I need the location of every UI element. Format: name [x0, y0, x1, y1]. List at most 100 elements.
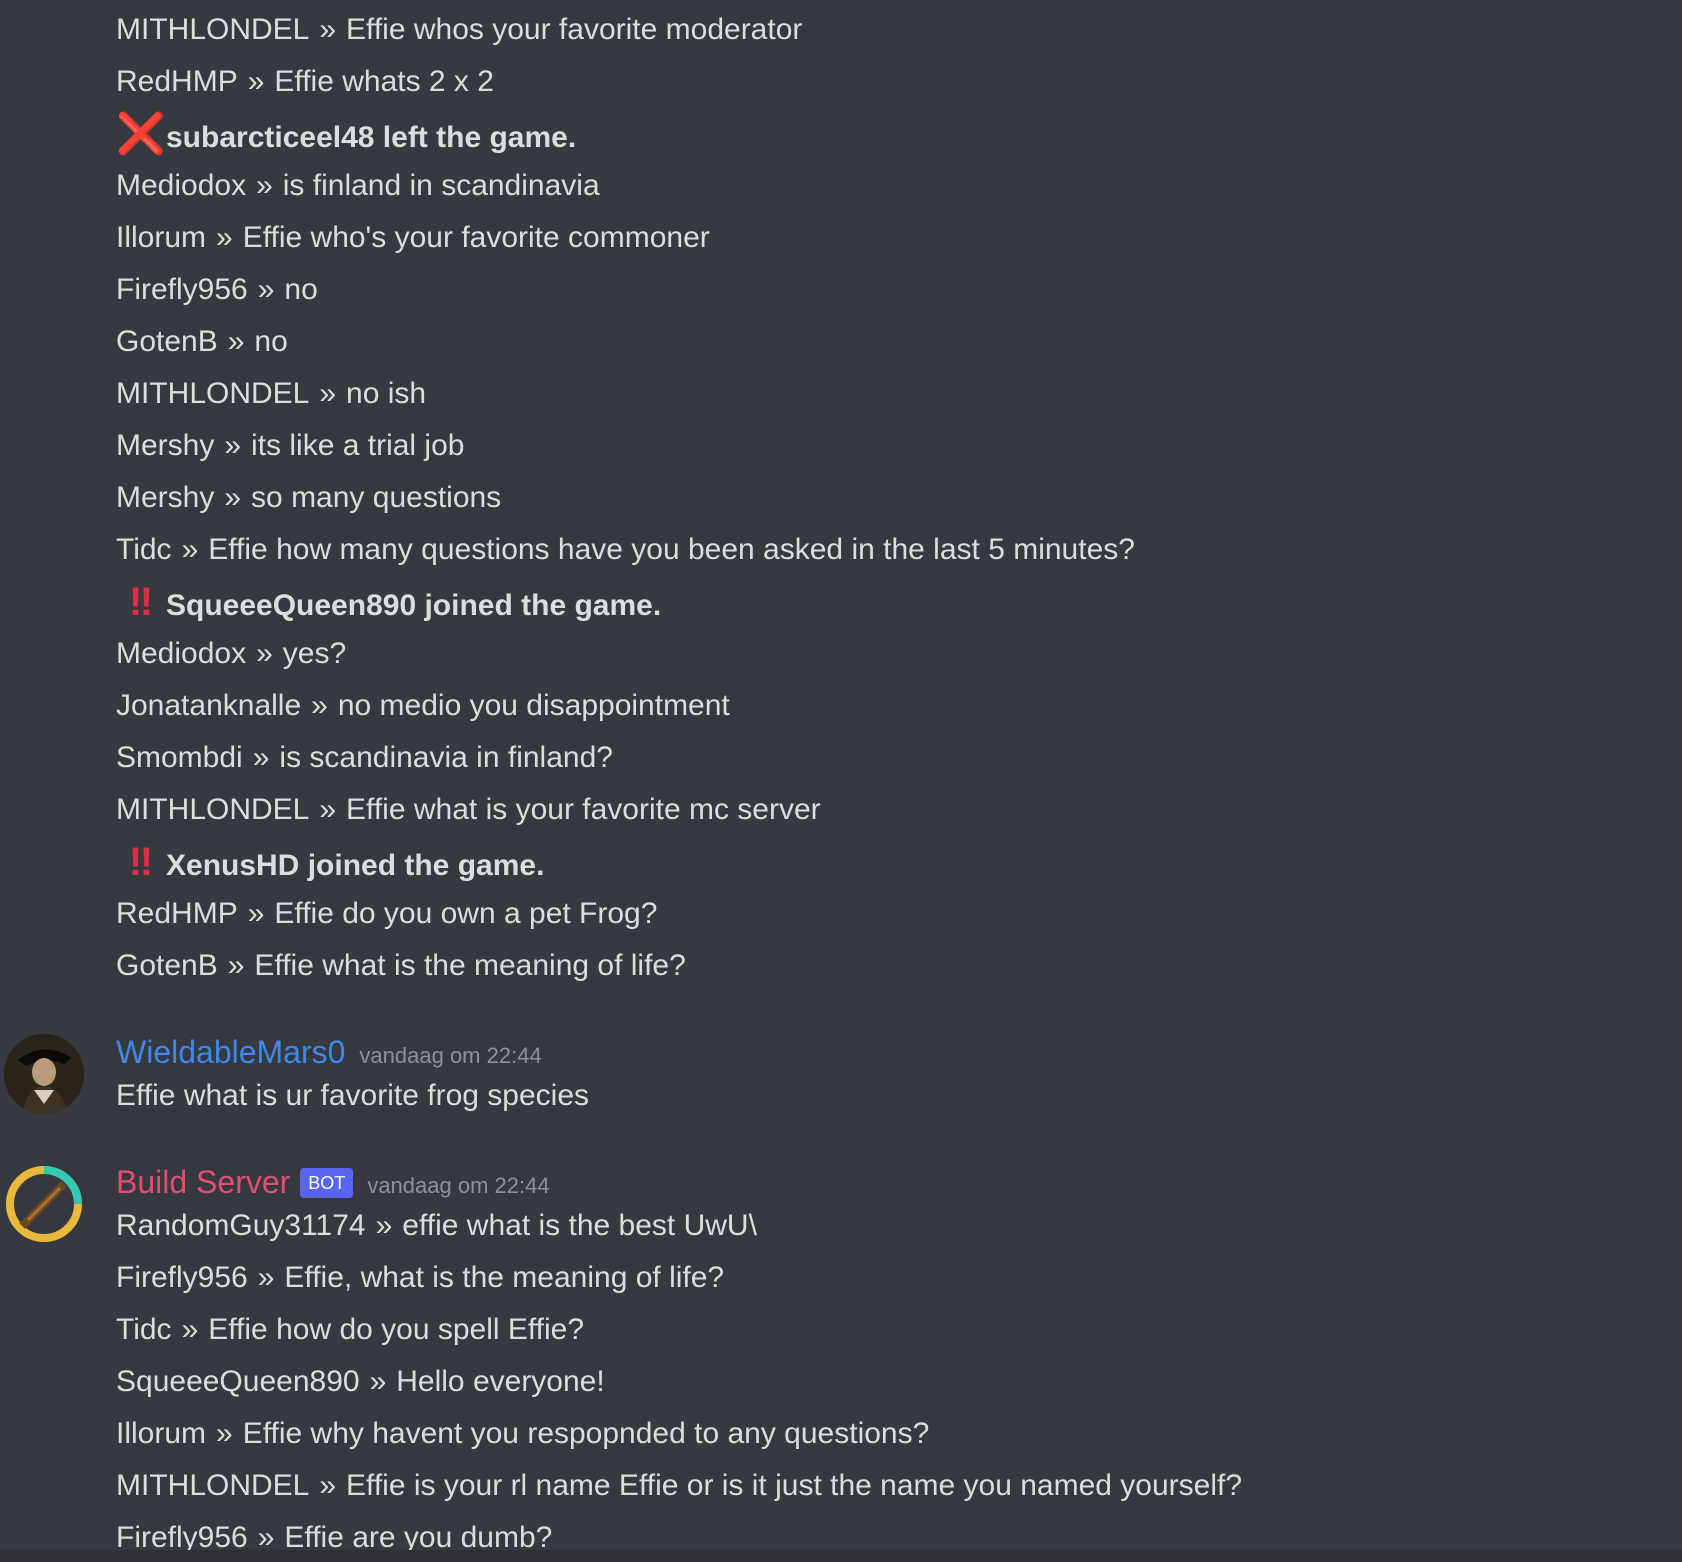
chat-username: Smombdi [116, 741, 243, 774]
chat-username: Illorum [116, 1417, 207, 1450]
bot-badge: BOT [300, 1168, 354, 1198]
chat-text: Hello everyone! [396, 1365, 605, 1398]
chat-line: MITHLONDEL » Effie what is your favorite m… [116, 790, 821, 830]
chat-username: Firefly956 [116, 1521, 248, 1550]
chat-separator: » [247, 897, 265, 930]
message-author[interactable]: WieldableMars0 [116, 1034, 345, 1070]
double-exclamation-icon: ‼ [128, 840, 153, 884]
chat-username: MITHLONDEL [116, 1469, 310, 1502]
chat-separator: » [224, 429, 242, 462]
chat-separator: » [247, 65, 265, 98]
message-header-build-server: Build Server BOT vandaag om 22:44 [116, 1160, 550, 1211]
event-text: SqueeeQueen890 joined the game. [166, 589, 662, 622]
chat-text: no [254, 325, 288, 358]
portrait-avatar-icon [4, 1034, 84, 1114]
chat-line: Firefly956 » Effie, what is the meaning of… [116, 1258, 724, 1298]
chat-line: Firefly956 » Effie are you dumb? [116, 1518, 552, 1550]
chat-line: Mediodox » yes? [116, 634, 346, 674]
chat-text: Effie who's your favorite commoner [242, 221, 710, 254]
chat-line: SqueeeQueen890 » Hello everyone! [116, 1362, 605, 1402]
chat-separator: » [257, 1261, 275, 1294]
chat-username: Mershy [116, 429, 215, 462]
chat-username: RedHMP [116, 897, 238, 930]
chat-username: MITHLONDEL [116, 13, 310, 46]
chat-text: Effie do you own a pet Frog? [274, 897, 658, 930]
chat-text: yes? [282, 637, 347, 670]
chat-separator: » [216, 1417, 233, 1450]
chat-separator: » [311, 689, 328, 722]
chat-text: Effie how do you spell Effie? [208, 1313, 585, 1346]
chat-line: Mediodox » is finland in scandinavia [116, 166, 600, 206]
chat-username: Firefly956 [116, 273, 248, 306]
server-event-line: ‼ XenusHD joined the game. [116, 840, 545, 886]
chat-text: no ish [346, 377, 427, 410]
chat-line: Mershy » so many questions [116, 478, 501, 518]
chat-line: GotenB » no [116, 322, 288, 362]
user-avatar-wieldablemars0[interactable] [4, 1034, 84, 1114]
chat-username: MITHLONDEL [116, 377, 310, 410]
chat-text: Effie, what is the meaning of life? [284, 1261, 725, 1294]
chat-line: Tidc » Effie how many questions have you b… [116, 530, 1135, 570]
chat-text: no [284, 273, 318, 306]
chat-separator: » [181, 1313, 199, 1346]
chat-text: effie what is the best UwU\ [402, 1209, 757, 1242]
server-event-line: ‼ SqueeeQueen890 joined the game. [116, 582, 661, 626]
message-header-wieldablemars0: WieldableMars0 vandaag om 22:44 [116, 1030, 542, 1081]
server-event-line: ❌subarcticeel48 left the game. [116, 114, 576, 158]
chat-username: GotenB [116, 325, 218, 358]
chat-text: Effie why havent you respopnded to any q… [242, 1417, 930, 1450]
chat-text: Effie are you dumb? [284, 1521, 553, 1550]
chat-message-list: MITHLONDEL » Effie whos your favorite mode… [0, 0, 1682, 1550]
chat-text: its like a trial job [251, 429, 465, 462]
chat-separator: » [216, 221, 233, 254]
chat-username: Illorum [116, 221, 207, 254]
chat-username: Jonatanknalle [116, 689, 302, 722]
chat-line: RandomGuy31174 » effie what is the best Uw… [116, 1206, 757, 1246]
message-author[interactable]: Build Server [116, 1164, 290, 1200]
chat-separator: » [319, 793, 337, 826]
chat-line: Firefly956 » no [116, 270, 318, 310]
message-timestamp: vandaag om 22:44 [367, 1173, 550, 1198]
chat-line: MITHLONDEL » Effie whos your favorite mode… [116, 10, 802, 50]
chat-line: Smombdi » is scandinavia in finland? [116, 738, 613, 778]
chat-username: Tidc [116, 533, 172, 566]
chat-line: Tidc » Effie how do you spell Effie? [116, 1310, 584, 1350]
chat-text: no medio you disappointment [337, 689, 730, 722]
chat-text: is scandinavia in finland? [279, 741, 613, 774]
chat-separator: » [375, 1209, 393, 1242]
chat-line: GotenB » Effie what is the meaning of life… [116, 946, 686, 986]
chat-separator: » [224, 481, 242, 514]
chat-username: RedHMP [116, 65, 238, 98]
cross-mark-icon: ❌ [116, 112, 166, 156]
chat-line: MITHLONDEL » no ish [116, 374, 426, 414]
chat-text: Effie what is your favorite mc server [346, 793, 821, 826]
chat-text: so many questions [251, 481, 502, 514]
chat-username: Firefly956 [116, 1261, 248, 1294]
chat-text: Effie whos your favorite moderator [346, 13, 803, 46]
chat-separator: » [256, 637, 273, 670]
chat-username: Mediodox [116, 637, 247, 670]
horizontal-scrollbar[interactable] [0, 1550, 1682, 1562]
chat-text: Effie what is the meaning of life? [254, 949, 686, 982]
chat-line: Illorum » Effie who's your favorite common… [116, 218, 710, 258]
chat-separator: » [256, 169, 273, 202]
chat-line: Illorum » Effie why havent you respopnded … [116, 1414, 929, 1454]
message-timestamp: vandaag om 22:44 [359, 1043, 542, 1068]
chat-username: Mershy [116, 481, 215, 514]
event-text: subarcticeel48 left the game. [166, 121, 577, 154]
chat-username: Mediodox [116, 169, 247, 202]
chat-username: SqueeeQueen890 [116, 1365, 360, 1398]
chat-text: Effie is your rl name Effie or is it jus… [346, 1469, 1243, 1502]
pickaxe-avatar-icon [4, 1164, 84, 1244]
chat-line: Mershy » its like a trial job [116, 426, 464, 466]
chat-line: Jonatanknalle » no medio you disappointmen… [116, 686, 730, 726]
chat-separator: » [369, 1365, 387, 1398]
chat-username: RandomGuy31174 [116, 1209, 366, 1242]
chat-text: Effie how many questions have you been a… [208, 533, 1135, 566]
chat-separator: » [227, 949, 245, 982]
bot-avatar-build-server[interactable] [4, 1164, 84, 1244]
chat-separator: » [257, 273, 275, 306]
event-text: XenusHD joined the game. [166, 849, 545, 882]
chat-separator: » [227, 325, 245, 358]
chat-separator: » [319, 13, 337, 46]
